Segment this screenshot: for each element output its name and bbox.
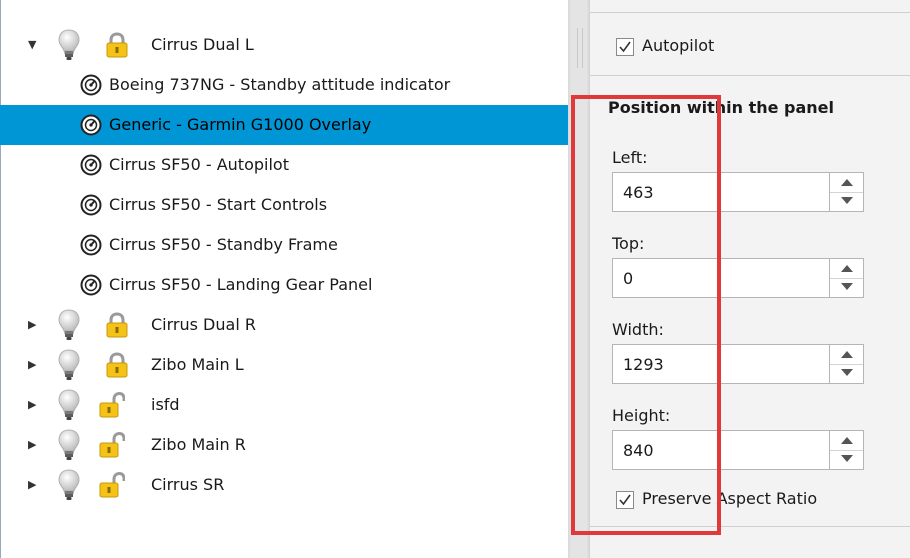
left-increment-button[interactable]	[830, 173, 863, 193]
tree-instrument-row[interactable]: Cirrus SF50 - Standby Frame	[0, 225, 568, 265]
gauge-icon	[80, 234, 102, 256]
arrow-up-icon	[841, 351, 853, 358]
tree-group-row[interactable]: ▶ Zibo Main L	[0, 345, 568, 385]
padlock-closed-icon[interactable]	[104, 311, 130, 339]
tree-group-row[interactable]: ▼ Cirrus Dual L	[0, 25, 568, 65]
checkmark-icon	[619, 494, 631, 506]
section-separator	[590, 526, 910, 527]
section-separator	[590, 75, 910, 76]
tree-group-label: Cirrus Dual L	[151, 35, 254, 54]
padlock-closed-icon[interactable]	[104, 31, 130, 59]
arrow-down-icon	[841, 369, 853, 376]
height-spinner: 840	[612, 430, 864, 470]
tree-instrument-label: Boeing 737NG - Standby attitude indicato…	[109, 75, 451, 94]
tree-instrument-label: Cirrus SF50 - Landing Gear Panel	[109, 275, 373, 294]
tree-instrument-label: Cirrus SF50 - Start Controls	[109, 195, 328, 214]
lightbulb-icon[interactable]	[58, 428, 80, 462]
arrow-up-icon	[841, 265, 853, 272]
padlock-open-icon[interactable]	[99, 471, 126, 499]
left-decrement-button[interactable]	[830, 192, 863, 211]
tree-group-label: Cirrus SR	[151, 475, 225, 494]
gauge-icon	[80, 274, 102, 296]
width-input[interactable]: 1293	[612, 344, 830, 384]
expand-triangle-icon[interactable]: ▶	[28, 439, 38, 451]
tree-instrument-row[interactable]: Generic - Garmin G1000 Overlay	[0, 105, 568, 145]
preserve-aspect-ratio-label: Preserve Aspect Ratio	[642, 489, 818, 508]
width-spinner: 1293	[612, 344, 864, 384]
tree-group-row[interactable]: ▶ Zibo Main R	[0, 425, 568, 465]
tree-instrument-row[interactable]: Cirrus SF50 - Landing Gear Panel	[0, 265, 568, 305]
tree-group-row[interactable]: ▶ Cirrus Dual R	[0, 305, 568, 345]
top-increment-button[interactable]	[830, 259, 863, 279]
arrow-down-icon	[841, 283, 853, 290]
section-separator	[590, 12, 910, 13]
gauge-icon	[80, 114, 102, 136]
padlock-closed-icon[interactable]	[104, 351, 130, 379]
divider-grip[interactable]	[577, 28, 583, 68]
tree-instrument-label: Cirrus SF50 - Autopilot	[109, 155, 289, 174]
left-label: Left:	[612, 148, 648, 167]
split-pane-divider[interactable]	[568, 0, 590, 558]
width-label: Width:	[612, 320, 664, 339]
properties-panel: Autopilot Position within the panel Left…	[590, 0, 910, 558]
expand-triangle-icon[interactable]: ▶	[28, 319, 38, 331]
collapse-triangle-icon[interactable]: ▼	[28, 39, 38, 51]
tree-instrument-row[interactable]: Cirrus SF50 - Start Controls	[0, 185, 568, 225]
left-spinner: 463	[612, 172, 864, 212]
top-spinner: 0	[612, 258, 864, 298]
arrow-up-icon	[841, 179, 853, 186]
tree-instrument-row[interactable]: Boeing 737NG - Standby attitude indicato…	[0, 65, 568, 105]
arrow-up-icon	[841, 437, 853, 444]
top-label: Top:	[612, 234, 645, 253]
lightbulb-icon[interactable]	[58, 388, 80, 422]
preserve-aspect-ratio-checkbox[interactable]	[616, 491, 634, 509]
padlock-open-icon[interactable]	[99, 431, 126, 459]
padlock-open-icon[interactable]	[99, 391, 126, 419]
width-increment-button[interactable]	[830, 345, 863, 365]
expand-triangle-icon[interactable]: ▶	[28, 479, 38, 491]
height-input[interactable]: 840	[612, 430, 830, 470]
tree-group-label: Zibo Main R	[151, 435, 246, 454]
top-input[interactable]: 0	[612, 258, 830, 298]
height-decrement-button[interactable]	[830, 450, 863, 469]
left-input[interactable]: 463	[612, 172, 830, 212]
section-title: Position within the panel	[608, 98, 834, 117]
panel-tree: ▼ Cirrus Dual L Boeing 737NG - Standby att…	[0, 0, 568, 558]
lightbulb-icon[interactable]	[58, 468, 80, 502]
expand-triangle-icon[interactable]: ▶	[28, 399, 38, 411]
arrow-down-icon	[841, 455, 853, 462]
expand-triangle-icon[interactable]: ▶	[28, 359, 38, 371]
height-label: Height:	[612, 406, 671, 425]
tree-group-label: isfd	[151, 395, 180, 414]
arrow-down-icon	[841, 197, 853, 204]
gauge-icon	[80, 74, 102, 96]
lightbulb-icon[interactable]	[58, 348, 80, 382]
height-increment-button[interactable]	[830, 431, 863, 451]
tree-group-row[interactable]: ▶ isfd	[0, 385, 568, 425]
top-decrement-button[interactable]	[830, 278, 863, 297]
gauge-icon	[80, 194, 102, 216]
width-decrement-button[interactable]	[830, 364, 863, 383]
tree-group-label: Zibo Main L	[151, 355, 244, 374]
checkmark-icon	[619, 41, 631, 53]
tree-group-row[interactable]: ▶ Cirrus SR	[0, 465, 568, 505]
tree-group-label: Cirrus Dual R	[151, 315, 256, 334]
tree-instrument-label: Cirrus SF50 - Standby Frame	[109, 235, 338, 254]
tree-instrument-row[interactable]: Cirrus SF50 - Autopilot	[0, 145, 568, 185]
tree-instrument-label: Generic - Garmin G1000 Overlay	[109, 115, 372, 134]
gauge-icon	[80, 154, 102, 176]
autopilot-label: Autopilot	[642, 36, 715, 55]
lightbulb-icon[interactable]	[58, 308, 80, 342]
lightbulb-icon[interactable]	[58, 28, 80, 62]
autopilot-checkbox[interactable]	[616, 38, 634, 56]
